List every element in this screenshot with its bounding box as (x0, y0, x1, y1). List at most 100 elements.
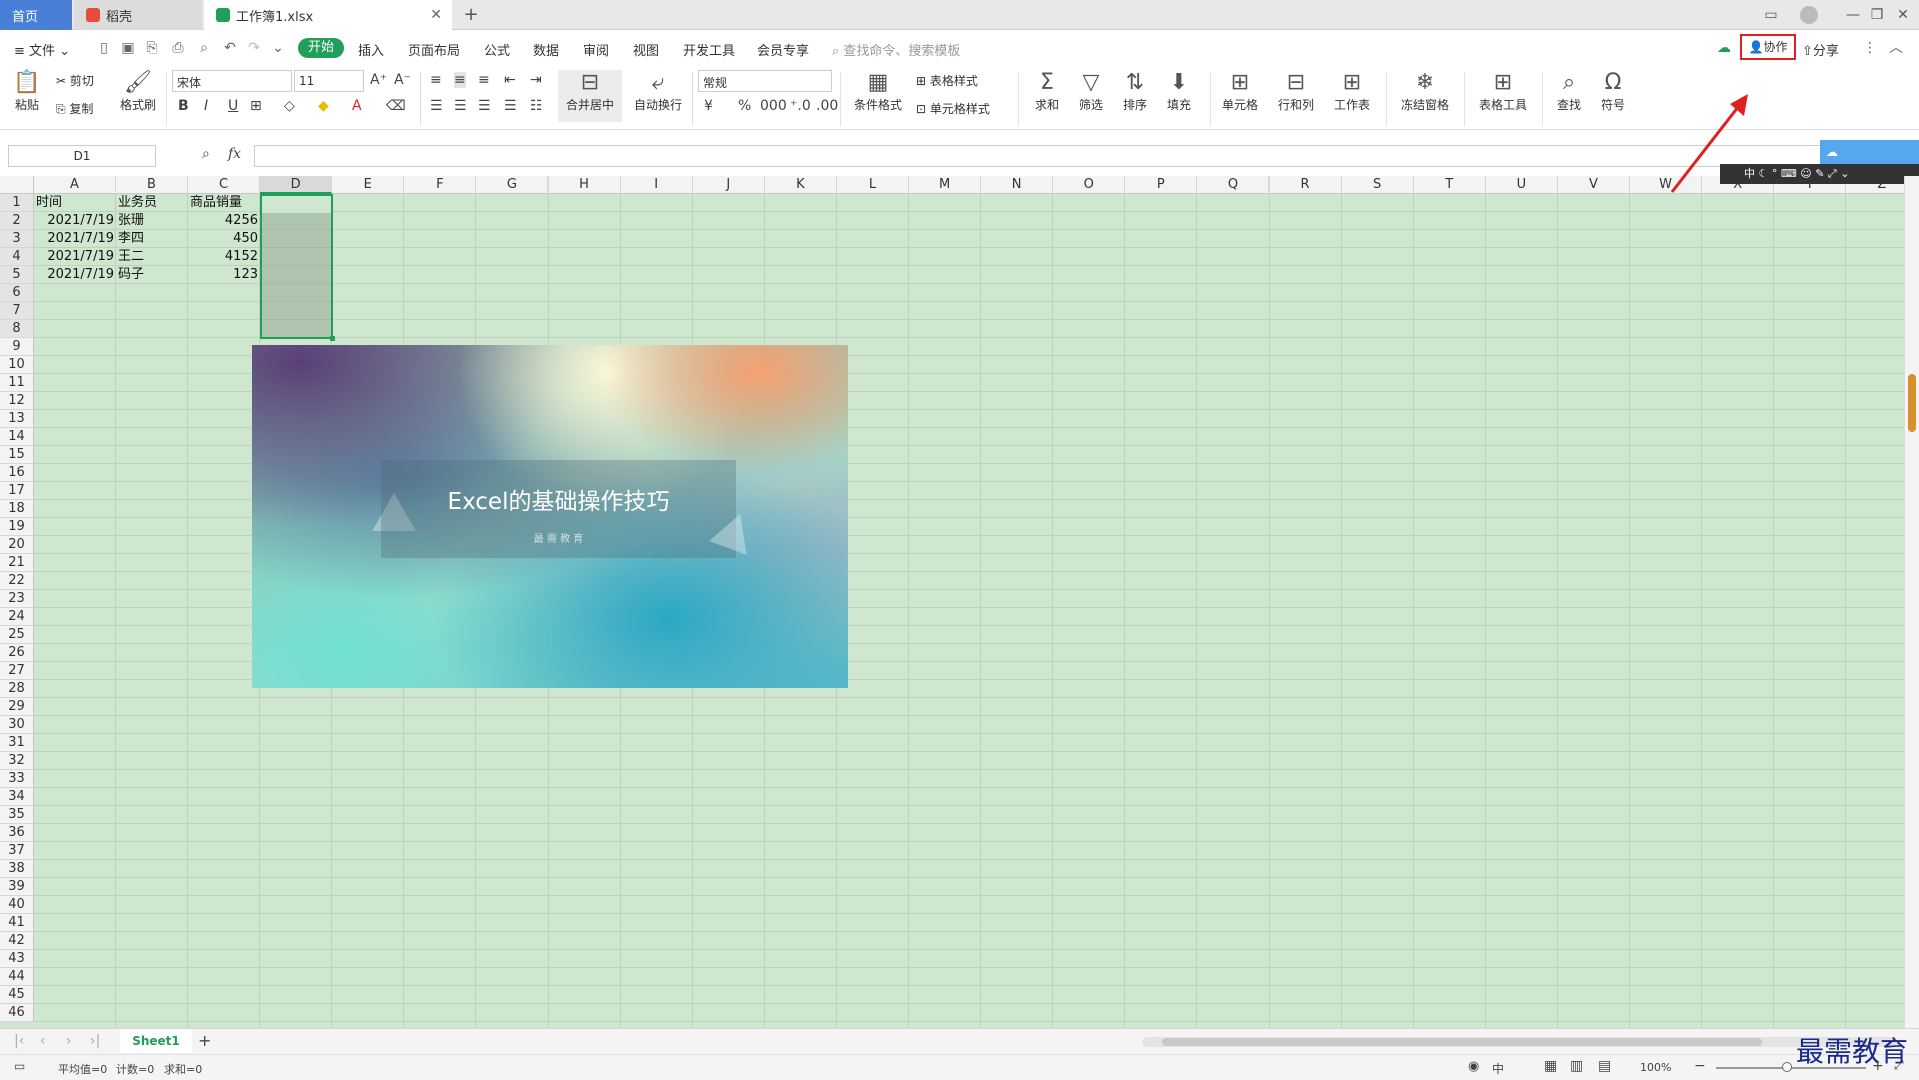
align-bottom-icon[interactable]: ≡ (478, 72, 490, 88)
column-header-D[interactable]: D (260, 176, 333, 194)
row-header-7[interactable]: 7 (0, 302, 34, 320)
row-header-21[interactable]: 21 (0, 554, 34, 572)
row-header-5[interactable]: 5 (0, 266, 34, 284)
eye-protect-icon[interactable]: ◉ (1468, 1059, 1479, 1074)
cell-B3[interactable]: 李四 (118, 230, 144, 248)
inserted-picture[interactable]: Excel的基础操作技巧 最 需 教 育 (252, 345, 848, 688)
save-icon[interactable]: ▣ (120, 40, 136, 56)
more-quick-icon[interactable]: ⌄ (270, 40, 286, 56)
formula-input[interactable] (254, 145, 1902, 167)
merge-center-button[interactable]: ⊟ 合并居中 (558, 70, 622, 122)
cell-style-button[interactable]: ⊡ 单元格样式 (916, 100, 990, 117)
thousands-icon[interactable]: 000 (760, 98, 787, 114)
font-color-icon[interactable]: A (352, 98, 362, 114)
font-size-select[interactable]: 11 (294, 70, 364, 92)
row-header-20[interactable]: 20 (0, 536, 34, 554)
column-header-C[interactable]: C (188, 176, 261, 194)
worksheet-button[interactable]: ⊞ 工作表 (1328, 70, 1376, 113)
menu-page-layout[interactable]: 页面布局 (408, 40, 460, 59)
row-header-35[interactable]: 35 (0, 806, 34, 824)
cells-button[interactable]: ⊞ 单元格 (1216, 70, 1264, 113)
row-header-6[interactable]: 6 (0, 284, 34, 302)
row-header-12[interactable]: 12 (0, 392, 34, 410)
row-header-24[interactable]: 24 (0, 608, 34, 626)
cell-B2[interactable]: 张珊 (118, 212, 144, 230)
page-break-view-icon[interactable]: ▤ (1598, 1058, 1611, 1074)
row-header-9[interactable]: 9 (0, 338, 34, 356)
indent-icon[interactable]: ⇤ (504, 72, 516, 88)
rowcol-button[interactable]: ⊟ 行和列 (1272, 70, 1320, 113)
column-header-O[interactable]: O (1053, 176, 1126, 194)
minimize-button[interactable]: — (1844, 6, 1862, 24)
menu-developer[interactable]: 开发工具 (683, 40, 735, 59)
normal-view-icon[interactable]: ▦ (1544, 1058, 1557, 1074)
conditional-format-button[interactable]: ▦ 条件格式 (848, 70, 908, 113)
row-header-30[interactable]: 30 (0, 716, 34, 734)
outdent-icon[interactable]: ⇥ (530, 72, 542, 88)
zoom-formula-icon[interactable]: ⌕ (202, 146, 210, 162)
align-middle-icon[interactable]: ≡ (454, 72, 466, 88)
row-header-45[interactable]: 45 (0, 986, 34, 1004)
fill-shape-icon[interactable]: ◇ (284, 98, 295, 114)
collab-button[interactable]: 👤协作 (1740, 34, 1796, 60)
table-tools-button[interactable]: ⊞ 表格工具 (1472, 70, 1534, 113)
new-doc-icon[interactable]: ▯ (96, 40, 112, 56)
row-header-8[interactable]: 8 (0, 320, 34, 338)
column-header-A[interactable]: A (34, 176, 116, 194)
column-header-P[interactable]: P (1125, 176, 1198, 194)
column-header-U[interactable]: U (1485, 176, 1558, 194)
column-header-Q[interactable]: Q (1197, 176, 1270, 194)
close-window-button[interactable]: ✕ (1894, 6, 1912, 24)
fill-color-icon[interactable]: ◆ (318, 98, 329, 114)
underline-button[interactable]: U (228, 98, 238, 114)
cloud-badge[interactable]: ☁ (1820, 140, 1919, 164)
cell-C2[interactable]: 4256 (188, 212, 258, 230)
menu-view[interactable]: 视图 (633, 40, 659, 59)
scroll-thumb[interactable] (1908, 374, 1916, 432)
menu-member[interactable]: 会员专享 (757, 40, 809, 59)
cell-A2[interactable]: 2021/7/19 (36, 212, 114, 230)
decrease-decimal-icon[interactable]: .00 (816, 98, 838, 114)
sort-button[interactable]: ⇅ 排序 (1116, 70, 1154, 113)
select-all-corner[interactable] (0, 176, 34, 194)
align-center-icon[interactable]: ☰ (454, 98, 467, 114)
first-sheet-icon[interactable]: |‹ (14, 1033, 24, 1049)
column-header-B[interactable]: B (116, 176, 188, 194)
row-header-25[interactable]: 25 (0, 626, 34, 644)
column-header-T[interactable]: T (1413, 176, 1486, 194)
file-menu[interactable]: ≡ 文件 ⌄ (14, 40, 70, 59)
cell-B4[interactable]: 王二 (118, 248, 144, 266)
command-search[interactable]: ⌕ 查找命令、搜索模板 (832, 40, 960, 59)
menu-insert[interactable]: 插入 (358, 40, 384, 59)
align-top-icon[interactable]: ≡ (430, 72, 442, 88)
add-sheet-button[interactable]: + (198, 1031, 211, 1050)
row-header-15[interactable]: 15 (0, 446, 34, 464)
menu-review[interactable]: 审阅 (583, 40, 609, 59)
column-header-J[interactable]: J (692, 176, 765, 194)
fill-button[interactable]: ⬇ 填充 (1160, 70, 1198, 113)
zoom-out-button[interactable]: − (1694, 1058, 1706, 1074)
column-header-I[interactable]: I (620, 176, 693, 194)
find-button[interactable]: ⌕ 查找 (1550, 70, 1588, 113)
more-options-icon[interactable]: ⋮ (1862, 40, 1878, 56)
column-header-V[interactable]: V (1557, 176, 1630, 194)
row-header-14[interactable]: 14 (0, 428, 34, 446)
cell-A3[interactable]: 2021/7/19 (36, 230, 114, 248)
column-header-R[interactable]: R (1269, 176, 1342, 194)
row-header-37[interactable]: 37 (0, 842, 34, 860)
close-tab-icon[interactable]: ✕ (430, 7, 442, 23)
column-header-N[interactable]: N (981, 176, 1054, 194)
row-header-33[interactable]: 33 (0, 770, 34, 788)
cell-B1[interactable]: 业务员 (118, 194, 157, 212)
italic-button[interactable]: I (204, 98, 208, 114)
format-painter-button[interactable]: 🖌 格式刷 (118, 70, 158, 113)
input-lang-icon[interactable]: 中 (1492, 1060, 1504, 1077)
column-header-H[interactable]: H (548, 176, 621, 194)
active-cell-D1[interactable] (262, 196, 331, 213)
cell-A5[interactable]: 2021/7/19 (36, 266, 114, 284)
border-icon[interactable]: ⊞ (250, 98, 262, 114)
print-preview-icon[interactable]: ⌕ (196, 40, 212, 56)
restore-button[interactable]: ❐ (1868, 6, 1886, 24)
paste-button[interactable]: 📋 粘贴 (10, 70, 44, 113)
bold-button[interactable]: B (178, 98, 189, 114)
